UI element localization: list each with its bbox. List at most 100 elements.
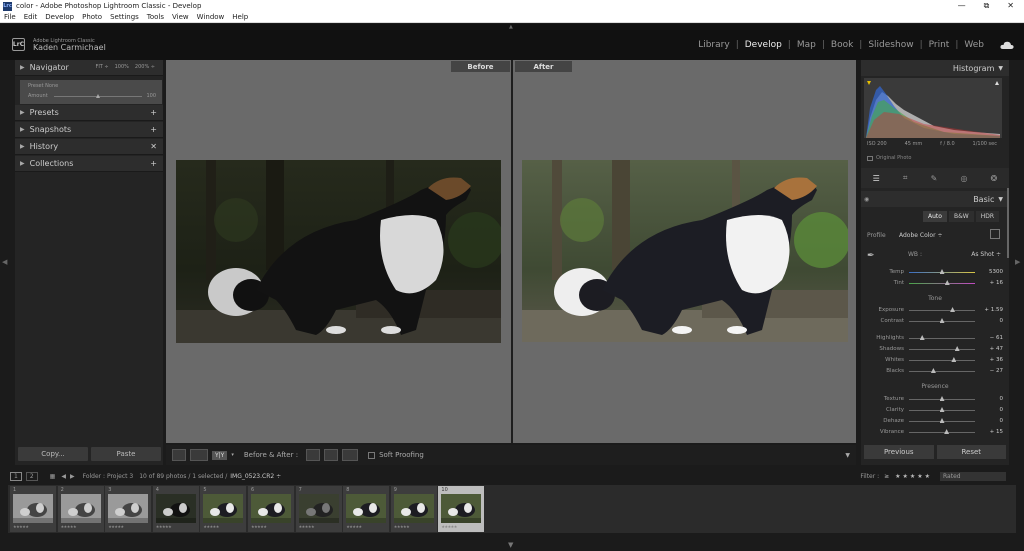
slider-value[interactable]: + 16 [990,280,1003,286]
menu-help[interactable]: Help [232,13,248,21]
thumbnail-rating[interactable]: ★★★★★ [61,524,77,529]
thumbnail-rating[interactable]: ★★★★★ [394,524,410,529]
copy-after-to-before-icon[interactable] [324,449,339,461]
histogram-header[interactable]: Histogram ▼ [861,60,1009,76]
paste-button[interactable]: Paste [91,447,161,461]
slider-value[interactable]: + 15 [990,429,1003,435]
slider-vibrance[interactable]: Vibrance + 15 [861,427,1009,437]
slider-texture[interactable]: Texture 0 [861,394,1009,404]
slider-blacks[interactable]: Blacks − 27 [861,366,1009,376]
menu-view[interactable]: View [172,13,189,21]
slider-dehaze[interactable]: Dehaze 0 [861,416,1009,426]
presets-header[interactable]: ▶ Presets + [15,105,163,121]
module-develop[interactable]: Develop [745,40,782,50]
add-snapshot-icon[interactable]: + [150,125,157,134]
navigator-header[interactable]: ▶ Navigator FIT ÷ 100% 200% ÷ [15,60,163,76]
close-button[interactable]: ✕ [1007,1,1014,11]
slider-track[interactable] [909,349,975,350]
slider-clarity[interactable]: Clarity 0 [861,405,1009,415]
bottom-panel-arrow-icon[interactable]: ▼ [508,541,513,549]
history-header[interactable]: ▶ History ✕ [15,139,163,155]
toolbar-menu-arrow-icon[interactable]: ▼ [845,452,850,459]
back-arrow-icon[interactable]: ◀ [61,473,66,480]
slider-value[interactable]: 0 [1000,396,1004,402]
source-label[interactable]: Folder : Project 3 [83,473,134,480]
filmstrip-thumbnail[interactable]: 6 ★★★★★ [248,486,294,532]
slider-track[interactable] [909,338,975,339]
thumbnail-rating[interactable]: ★★★★★ [108,524,124,529]
filmstrip-thumbnail[interactable]: 8 ★★★★★ [343,486,390,532]
zoom-100[interactable]: 100% [115,64,129,70]
second-window-button[interactable]: 2 [25,471,38,481]
auto-button[interactable]: Auto [923,211,947,222]
loupe-view-icon[interactable] [172,449,186,461]
zoom-fit[interactable]: FIT ÷ [95,64,108,70]
filename-dropdown[interactable]: IMG_0523.CR2 ÷ [230,473,281,480]
before-photo[interactable] [176,160,501,343]
dropdown-arrow-icon[interactable]: ▾ [231,452,234,458]
slider-value[interactable]: 0 [1000,407,1004,413]
slider-contrast[interactable]: Contrast 0 [861,316,1009,326]
reset-button[interactable]: Reset [936,445,1006,459]
module-library[interactable]: Library [698,40,729,50]
slider-value[interactable]: − 61 [990,335,1003,341]
filmstrip-thumbnail[interactable]: 5 ★★★★★ [200,486,247,532]
panel-scrollbar[interactable] [1007,188,1009,258]
slider-track[interactable] [909,371,975,372]
edit-sliders-icon[interactable]: ☰ [873,174,880,183]
white-balance-selector-icon[interactable]: ✒ [867,251,875,261]
slider-whites[interactable]: Whites + 36 [861,355,1009,365]
filmstrip-thumbnail[interactable]: 9 ★★★★★ [390,486,437,532]
module-web[interactable]: Web [964,40,984,50]
maximize-button[interactable]: ⧉ [984,1,990,11]
minimize-button[interactable]: — [958,1,966,11]
clear-history-icon[interactable]: ✕ [150,142,157,151]
main-window-button[interactable]: 1 [10,471,22,481]
after-photo[interactable] [522,160,848,342]
add-preset-icon[interactable]: + [150,108,157,117]
right-panel-arrow-icon[interactable]: ▶ [1015,258,1020,266]
copy-button[interactable]: Copy... [18,447,88,461]
filmstrip-thumbnail[interactable]: 10 ★★★★★ [438,486,485,532]
slider-value[interactable]: 5300 [989,269,1003,275]
menu-edit[interactable]: Edit [24,13,38,21]
navigator-preview[interactable]: Preset None Amount 100 [20,80,162,104]
top-panel-arrow-icon[interactable]: ▲ [509,24,513,30]
slider-value[interactable]: + 1.59 [984,307,1003,313]
basic-header[interactable]: ◉ Basic ▼ [861,191,1009,207]
slider-shadows[interactable]: Shadows + 47 [861,344,1009,354]
filmstrip-thumbnail[interactable]: 4 ★★★★★ [152,486,199,532]
thumbnail-rating[interactable]: ★★★★★ [441,524,457,529]
previous-button[interactable]: Previous [864,445,934,459]
star-filter[interactable]: ≥ ★★★★★ [884,473,932,480]
thumbnail-rating[interactable]: ★★★★★ [156,524,172,529]
cloud-icon[interactable] [1000,41,1014,49]
reference-view-icon[interactable] [190,449,208,461]
filmstrip-thumbnail[interactable]: 3 ★★★★★ [105,486,152,532]
zoom-200[interactable]: 200% ÷ [135,64,155,70]
soft-proofing-checkbox[interactable] [368,451,376,459]
menu-tools[interactable]: Tools [147,13,164,21]
forward-arrow-icon[interactable]: ▶ [70,473,75,480]
slider-value[interactable]: 0 [1000,418,1004,424]
copy-before-to-after-icon[interactable] [306,449,321,461]
wb-dropdown[interactable]: As Shot ÷ [971,251,1001,258]
menu-photo[interactable]: Photo [82,13,102,21]
bw-button[interactable]: B&W [948,211,974,222]
histogram[interactable] [864,78,1002,138]
slider-value[interactable]: 0 [1000,318,1004,324]
slider-track[interactable] [909,283,975,284]
menu-file[interactable]: File [4,13,16,21]
profile-browser-icon[interactable] [990,229,1000,239]
thumbnail-rating[interactable]: ★★★★★ [203,524,219,529]
slider-temp[interactable]: Temp 5300 [861,267,1009,277]
slider-exposure[interactable]: Exposure + 1.59 [861,305,1009,315]
slider-value[interactable]: − 27 [990,368,1003,374]
filmstrip-thumbnail[interactable]: 2 ★★★★★ [57,486,104,532]
slider-value[interactable]: + 36 [990,357,1003,363]
hdr-button[interactable]: HDR [975,211,999,222]
healing-brush-icon[interactable]: ✎ [931,174,938,183]
grid-view-icon[interactable]: ▦ [50,473,56,480]
crop-icon[interactable]: ⌗ [903,173,908,183]
panel-toggle-eye-icon[interactable]: ◉ [864,196,869,203]
